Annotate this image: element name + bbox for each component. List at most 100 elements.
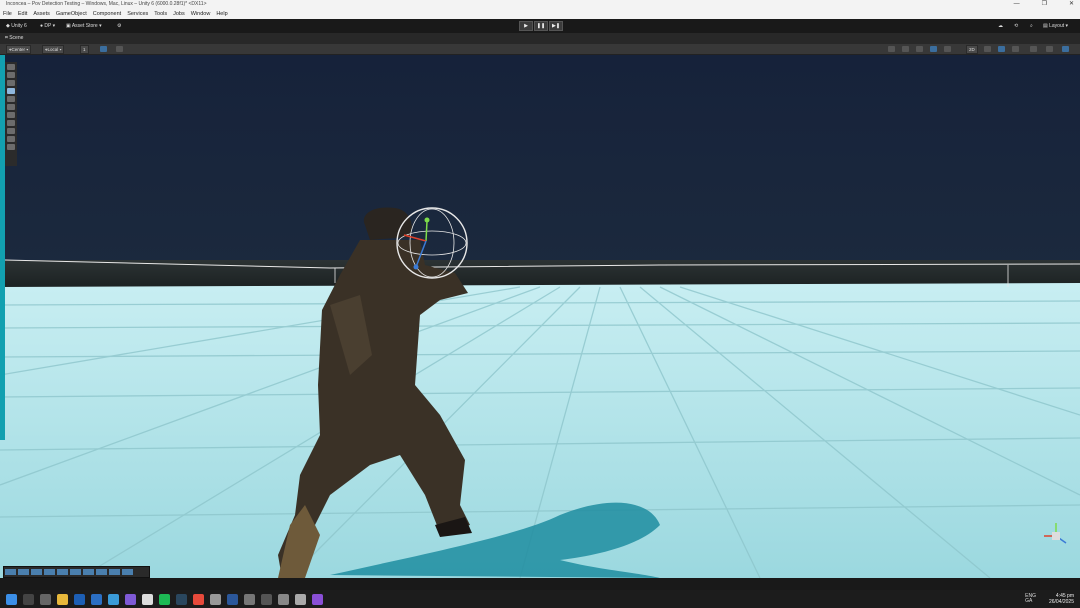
audio-toggle-icon[interactable] — [998, 46, 1005, 52]
pivot-label: Center — [11, 47, 26, 52]
scene-toolbar: ⌖Center ▾ ⌖Local ▾ 1 2D — [0, 44, 1080, 55]
layout-dropdown[interactable]: ▤ Layout ▾ — [1043, 22, 1068, 30]
overlay-icon-9[interactable] — [109, 569, 120, 575]
app-cube-icon[interactable] — [244, 594, 255, 605]
start-menu-icon[interactable] — [6, 594, 17, 605]
app-settings-icon[interactable] — [210, 594, 221, 605]
overlay-icon-2[interactable] — [18, 569, 29, 575]
app-purple-icon[interactable] — [125, 594, 136, 605]
hand-tool-icon[interactable] — [7, 72, 15, 78]
snap-increment-field[interactable]: 1 — [80, 45, 89, 54]
file-explorer-icon[interactable] — [57, 594, 68, 605]
account-button[interactable]: ● DP ▾ — [40, 22, 55, 30]
pause-button[interactable]: ❚❚ — [534, 21, 548, 31]
space-dropdown[interactable]: ⌖Local ▾ — [42, 45, 65, 54]
menu-services[interactable]: Services — [124, 9, 151, 19]
rect-tool-icon[interactable] — [7, 104, 15, 110]
render-mode-icon[interactable] — [888, 46, 895, 52]
lit-mode-icon[interactable] — [930, 46, 937, 52]
history-icon[interactable]: ⟲ — [1014, 22, 1018, 30]
snap-value: 1 — [83, 47, 86, 52]
menu-gameobject[interactable]: GameObject — [53, 9, 90, 19]
menu-file[interactable]: File — [0, 9, 15, 19]
photos-icon[interactable] — [108, 594, 119, 605]
app-round-icon[interactable] — [261, 594, 272, 605]
menu-component[interactable]: Component — [90, 9, 124, 19]
clock-date: 26/04/2025 — [1048, 599, 1074, 605]
overlay-icon[interactable] — [944, 46, 951, 52]
taskbar-clock[interactable]: 4:45 pm 26/04/2025 — [1049, 593, 1074, 605]
scene-visibility-icon[interactable] — [1030, 46, 1037, 52]
menu-window[interactable]: Window — [188, 9, 214, 19]
lighting-toggle-icon[interactable] — [984, 46, 991, 52]
overlay-icon-6[interactable] — [70, 569, 81, 575]
shaded-mode-icon[interactable] — [916, 46, 923, 52]
menu-jobs[interactable]: Jobs — [170, 9, 188, 19]
gizmo-increment-icon[interactable] — [116, 46, 123, 52]
overlay-toolbar — [3, 566, 150, 578]
camera-settings-icon[interactable] — [1046, 46, 1053, 52]
status-bar — [0, 578, 1080, 590]
search-icon[interactable]: ⌕ — [1030, 22, 1033, 30]
taskbar-search-icon[interactable] — [23, 594, 34, 605]
move-tool-icon[interactable] — [7, 80, 15, 86]
cloud-icon[interactable]: ☁ — [998, 22, 1003, 30]
asset-store-button[interactable]: ▣ Asset Store ▾ — [66, 22, 102, 30]
overlay-icon-10[interactable] — [122, 569, 133, 575]
overlay-icon-4[interactable] — [44, 569, 55, 575]
scene-tab-row: ⌗ Scene — [0, 33, 1080, 44]
maximize-button[interactable]: ❐ — [1042, 0, 1047, 9]
gizmos-toggle-icon[interactable] — [1062, 46, 1069, 52]
menu-assets[interactable]: Assets — [30, 9, 53, 19]
overlay-icon-1[interactable] — [5, 569, 16, 575]
chrome-icon[interactable] — [193, 594, 204, 605]
overlay-icon-8[interactable] — [96, 569, 107, 575]
step-button[interactable]: ▶❚ — [549, 21, 563, 31]
minimize-button[interactable]: — — [1014, 0, 1020, 9]
unity-label: Unity 6 — [11, 23, 27, 29]
custom-tool-3-icon[interactable] — [7, 136, 15, 142]
scene-viewport[interactable] — [0, 55, 1080, 578]
custom-tool-4-icon[interactable] — [7, 144, 15, 150]
toggle-2d-button[interactable]: 2D — [966, 45, 978, 54]
rotate-tool-icon[interactable] — [7, 88, 15, 94]
tool-palette — [5, 62, 17, 166]
unity-taskbar-icon[interactable] — [295, 594, 306, 605]
windows-taskbar: ENG GA 4:45 pm 26/04/2025 — [0, 590, 1080, 608]
mode-2d-label: 2D — [969, 47, 975, 52]
asset-store-label: Asset Store — [71, 23, 98, 29]
settings-gear-icon[interactable]: ⚙ — [117, 22, 121, 30]
play-button[interactable]: ▶ — [519, 21, 533, 31]
scale-tool-icon[interactable] — [7, 96, 15, 102]
outlook-icon[interactable] — [74, 594, 85, 605]
menu-tools[interactable]: Tools — [151, 9, 170, 19]
custom-tool-icon[interactable] — [7, 120, 15, 126]
window-title: Inconcea – Pov Detection Testing – Windo… — [6, 1, 207, 7]
app-violet-icon[interactable] — [312, 594, 323, 605]
spotify-icon[interactable] — [159, 594, 170, 605]
pivot-dropdown[interactable]: ⌖Center ▾ — [6, 45, 32, 54]
window-title-bar: Inconcea – Pov Detection Testing – Windo… — [0, 0, 1080, 9]
app-diamond-icon[interactable] — [142, 594, 153, 605]
layout-label: Layout — [1049, 23, 1065, 29]
close-button[interactable]: ✕ — [1069, 0, 1074, 9]
unity-button[interactable]: ◆ Unity 6 — [6, 22, 27, 30]
transform-tool-icon[interactable] — [7, 112, 15, 118]
menu-edit[interactable]: Edit — [15, 9, 30, 19]
menu-help[interactable]: Help — [213, 9, 230, 19]
steam-icon[interactable] — [176, 594, 187, 605]
region-label[interactable]: GA — [1025, 599, 1036, 604]
tab-scene[interactable]: ⌗ Scene — [5, 33, 23, 44]
app-blue-icon[interactable] — [91, 594, 102, 605]
draw-mode-icon[interactable] — [902, 46, 909, 52]
overlay-icon-7[interactable] — [83, 569, 94, 575]
word-icon[interactable] — [227, 594, 238, 605]
grid-snap-icon[interactable] — [100, 46, 107, 52]
settings-app-icon[interactable] — [40, 594, 51, 605]
app-puzzle-icon[interactable] — [278, 594, 289, 605]
effects-toggle-icon[interactable] — [1012, 46, 1019, 52]
view-tool-icon[interactable] — [7, 64, 15, 70]
overlay-icon-3[interactable] — [31, 569, 42, 575]
overlay-icon-5[interactable] — [57, 569, 68, 575]
custom-tool-2-icon[interactable] — [7, 128, 15, 134]
